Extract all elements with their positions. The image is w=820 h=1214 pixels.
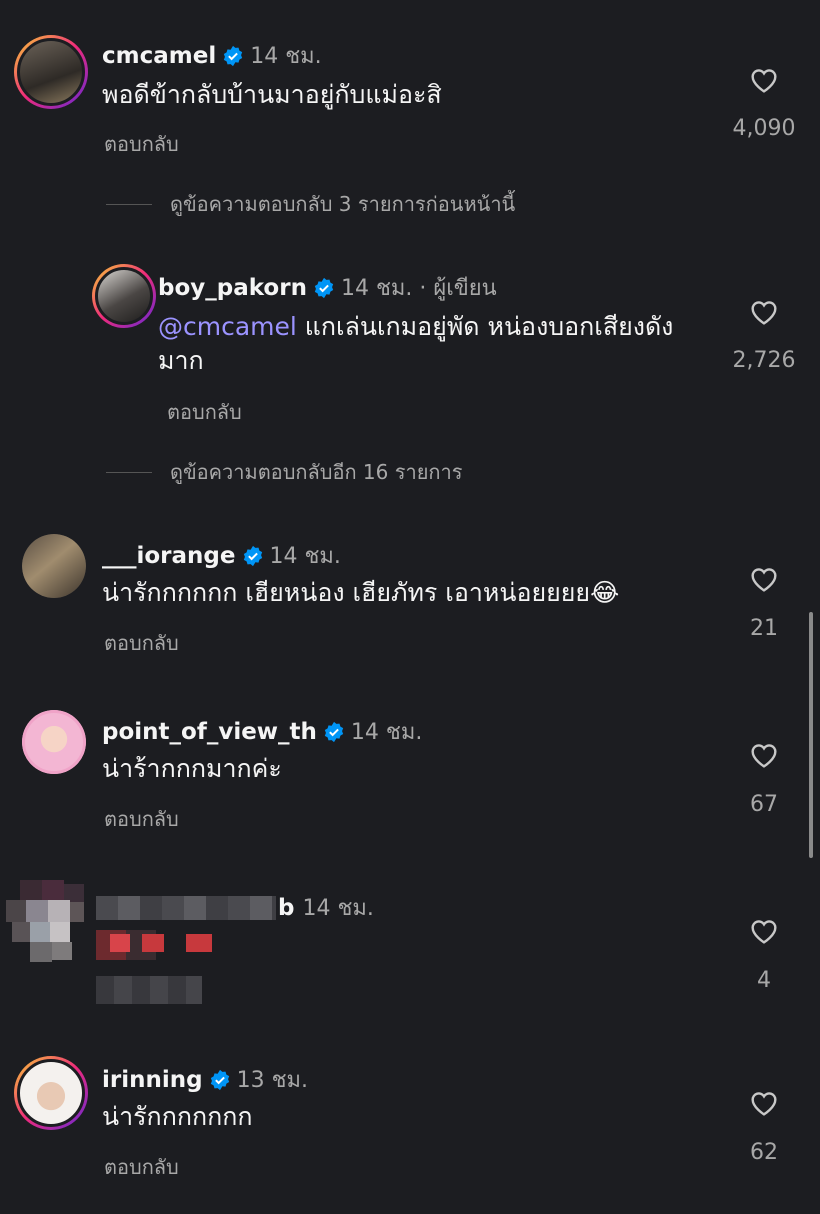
view-previous-replies[interactable]: ดูข้อความตอบกลับ 3 รายการก่อนหน้านี้ <box>106 188 515 220</box>
verified-badge-icon <box>314 277 334 298</box>
comment-text: พอดีข้ากลับบ้านมาอยู่กับแม่อะสิ <box>102 80 442 109</box>
username[interactable]: ___iorange <box>102 543 236 569</box>
blurred-avatar <box>6 880 84 962</box>
comment-time: 14 ชม. <box>269 544 341 569</box>
comment-time: 13 ชม. <box>236 1068 309 1093</box>
comment-time: 14 ชม. <box>350 720 423 745</box>
comment-text-line2: มาก <box>158 346 204 375</box>
heart-icon[interactable] <box>747 563 781 595</box>
avatar[interactable] <box>14 35 88 109</box>
avatar[interactable] <box>92 264 156 328</box>
scrollbar[interactable] <box>809 612 813 858</box>
view-more-label: ดูข้อความตอบกลับอีก 16 รายการ <box>170 460 463 484</box>
like-count: 62 <box>750 1140 778 1165</box>
username[interactable]: boy_pakorn <box>158 275 307 301</box>
heart-icon[interactable] <box>747 915 781 947</box>
like-count: 67 <box>750 792 778 817</box>
verified-badge-icon <box>210 1069 229 1090</box>
blurred-comment-text <box>96 930 218 960</box>
mention-link[interactable]: @cmcamel <box>158 312 297 341</box>
reply-button[interactable]: ตอบกลับ <box>104 627 179 659</box>
comment-time: 14 ชม. · ผู้เขียน <box>340 276 497 301</box>
heart-icon[interactable] <box>747 1087 781 1119</box>
blurred-reply <box>96 976 202 1004</box>
comments-screen: { "comments": [ { "username": "cmcamel",… <box>0 0 820 1214</box>
reply-button[interactable]: ตอบกลับ <box>104 128 179 160</box>
comment-time: 14 ชม. <box>250 44 322 69</box>
username-suffix[interactable]: b <box>278 895 294 921</box>
comment-text: น่ารักกกกกกก <box>102 1102 253 1131</box>
divider <box>106 203 152 205</box>
divider <box>106 471 152 473</box>
comment-text: น่ารักกกกกก เฮียหน่อง เฮียภัทร เอาหน่อยย… <box>102 578 620 607</box>
view-previous-label: ดูข้อความตอบกลับ 3 รายการก่อนหน้านี้ <box>170 192 516 216</box>
blurred-username <box>96 895 276 920</box>
view-more-replies[interactable]: ดูข้อความตอบกลับอีก 16 รายการ <box>106 456 463 488</box>
heart-icon[interactable] <box>747 64 781 96</box>
reply-button[interactable]: ตอบกลับ <box>104 1151 179 1183</box>
avatar[interactable] <box>14 1056 88 1130</box>
reply-button[interactable]: ตอบกลับ <box>167 396 242 428</box>
heart-icon[interactable] <box>747 296 781 328</box>
username[interactable]: point_of_view_th <box>102 719 317 745</box>
verified-badge-icon <box>324 721 344 742</box>
username[interactable]: cmcamel <box>102 43 216 69</box>
verified-badge-icon <box>224 45 243 66</box>
comment-text: น่าร้ากกกมากค่ะ <box>102 754 282 783</box>
like-count: 2,726 <box>732 348 796 373</box>
verified-badge-icon <box>243 545 262 566</box>
reply-button[interactable]: ตอบกลับ <box>104 803 179 835</box>
like-count: 4 <box>757 968 771 993</box>
like-count: 21 <box>750 616 778 641</box>
comment-time: 14 ชม. <box>302 896 374 921</box>
avatar[interactable] <box>22 534 86 598</box>
comment-text: @cmcamel แกเล่นเกมอยู่พัด หน่องบอกเสียงด… <box>158 310 718 378</box>
like-count: 4,090 <box>732 116 796 141</box>
comment-text-line1: แกเล่นเกมอยู่พัด หน่องบอกเสียงดัง <box>296 312 674 341</box>
heart-icon[interactable] <box>747 739 781 771</box>
username[interactable]: irinning <box>102 1067 203 1093</box>
avatar[interactable] <box>22 710 86 774</box>
